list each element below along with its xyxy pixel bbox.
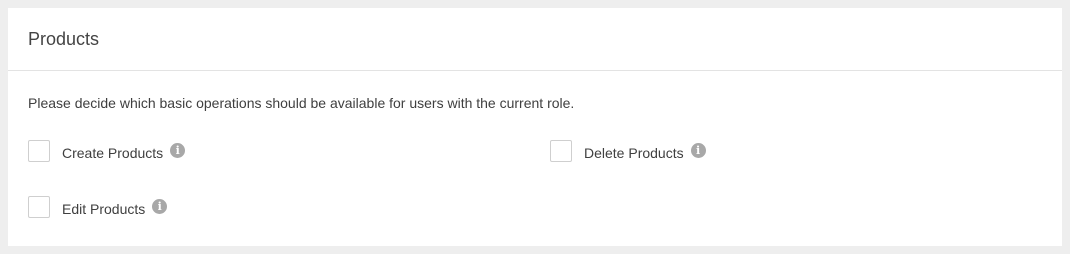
info-icon[interactable]: i	[170, 142, 186, 158]
products-panel: Products Please decide which basic opera…	[8, 8, 1062, 246]
panel-description: Please decide which basic operations sho…	[28, 95, 575, 111]
panel-header: Products	[8, 8, 1062, 71]
permission-delete-products[interactable]: Delete Products i	[550, 139, 706, 163]
permission-create-products[interactable]: Create Products i	[28, 139, 186, 163]
edit-products-checkbox[interactable]	[28, 196, 50, 218]
edit-products-label: Edit Products	[62, 201, 146, 217]
info-icon[interactable]: i	[152, 198, 168, 214]
create-products-checkbox[interactable]	[28, 140, 50, 162]
permission-edit-products[interactable]: Edit Products i	[28, 195, 168, 219]
delete-products-checkbox[interactable]	[550, 140, 572, 162]
delete-products-label: Delete Products	[584, 145, 684, 161]
panel-title: Products	[28, 29, 100, 49]
info-icon[interactable]: i	[690, 142, 706, 158]
create-products-label: Create Products	[62, 145, 164, 161]
